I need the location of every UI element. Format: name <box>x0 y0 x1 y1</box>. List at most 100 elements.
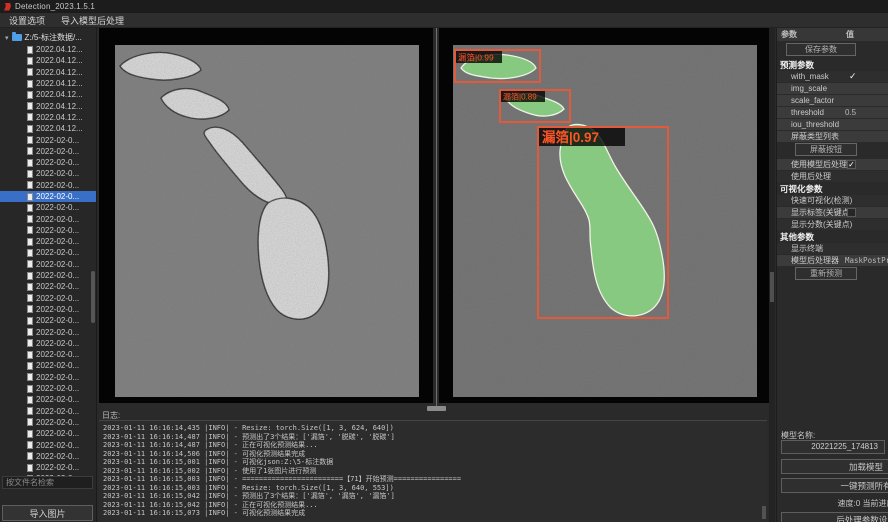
log-console[interactable]: 2023-01-11 16:16:14,435 |INFO| - Resize:… <box>99 420 767 522</box>
param-row[interactable]: with_mask✓ <box>777 71 888 82</box>
tree-item-file[interactable]: 2022-02-0... <box>0 360 96 371</box>
tree-item-file[interactable]: 2022-02-0... <box>0 462 96 473</box>
tree-item-file[interactable]: 2022-02-0... <box>0 326 96 337</box>
file-label: 2022-02-0... <box>36 339 79 348</box>
param-action-button[interactable]: 屏蔽按钮 <box>795 143 857 156</box>
tree-item-file[interactable]: 2022-02-0... <box>0 428 96 439</box>
tree-item-file[interactable]: 2022-02-0... <box>0 349 96 360</box>
file-icon <box>27 91 33 99</box>
menu-item-import-postprocess[interactable]: 导入模型后处理 <box>61 14 124 27</box>
param-row[interactable]: 模型后处理器MaskPostPro <box>777 255 888 266</box>
window-title: Detection_2023.1.5.1 <box>15 2 95 11</box>
file-icon <box>27 317 33 325</box>
main-scrollbar-thumb[interactable] <box>770 272 774 302</box>
param-row[interactable]: 使用模型后处理✓ <box>777 159 888 170</box>
tree-scrollbar[interactable] <box>91 271 95 323</box>
file-label: 2022-02-0... <box>36 361 79 370</box>
file-icon <box>27 294 33 302</box>
tree-item-file[interactable]: 2022-02-0... <box>0 417 96 428</box>
tree-item-file[interactable]: 2022.04.12... <box>0 123 96 134</box>
splitter-grip[interactable] <box>427 406 446 411</box>
tree-item-file[interactable]: 2022.04.12... <box>0 89 96 100</box>
param-row[interactable]: img_scale <box>777 83 888 94</box>
log-line: 2023-01-11 16:16:15,042 |INFO| - 预测出了3个结… <box>103 492 767 501</box>
tree-item-file[interactable]: 2022-02-0... <box>0 236 96 247</box>
load-model-button[interactable]: 加载模型 <box>781 459 888 474</box>
predict-all-button[interactable]: 一键预测所有 <box>781 478 888 493</box>
param-label: 快速可视化(检测) <box>791 195 852 206</box>
checkbox-checked[interactable]: ✓ <box>847 160 856 169</box>
param-row[interactable]: iou_threshold <box>777 119 888 130</box>
file-icon <box>27 283 33 291</box>
tree-item-file[interactable]: 2022.04.12... <box>0 67 96 78</box>
param-row[interactable]: 显示标签(关键点) <box>777 207 888 218</box>
menu-item-settings[interactable]: 设置选项 <box>9 14 45 27</box>
tree-item-file[interactable]: 2022-02-0... <box>0 270 96 281</box>
tree-item-file[interactable]: 2022-02-0... <box>0 259 96 270</box>
prediction-image: 漏箔|0.99 漏箔|0.89 漏箔|0.97 <box>439 28 775 403</box>
postprocess-params-button[interactable]: 后处理参数设置 <box>781 512 888 522</box>
tree-item-file[interactable]: 2022-02-0... <box>0 191 96 202</box>
checkbox-unchecked[interactable] <box>847 208 856 217</box>
param-row[interactable]: 显示终端 <box>777 243 888 254</box>
tree-item-file[interactable]: 2022.04.12... <box>0 78 96 89</box>
tree-item-file[interactable]: 2022-02-0... <box>0 394 96 405</box>
param-action-button[interactable]: 重新预测 <box>795 267 857 280</box>
tree-item-file[interactable]: 2022.04.12... <box>0 55 96 66</box>
tree-item-file[interactable]: 2022-02-0... <box>0 338 96 349</box>
tree-item-file[interactable]: 2022-02-0... <box>0 383 96 394</box>
tree-item-file[interactable]: 2022.04.12... <box>0 100 96 111</box>
param-label: scale_factor <box>791 95 834 106</box>
param-row[interactable]: 显示分数(关键点) <box>777 219 888 230</box>
tree-item-file[interactable]: 2022-02-0... <box>0 213 96 224</box>
file-icon <box>27 430 33 438</box>
file-icon <box>27 339 33 347</box>
import-images-button[interactable]: 导入图片 <box>2 505 93 521</box>
param-row[interactable]: scale_factor <box>777 95 888 106</box>
tree-item-file[interactable]: 2022-02-0... <box>0 157 96 168</box>
model-name-field[interactable]: 20221225_174813 <box>781 440 885 454</box>
tree-item-file[interactable]: 2022-02-0... <box>0 451 96 462</box>
param-row[interactable]: 使用后处理 <box>777 171 888 182</box>
file-icon <box>27 418 33 426</box>
param-row[interactable]: threshold0.5 <box>777 107 888 118</box>
tree-item-file[interactable]: 2022.04.12... <box>0 44 96 55</box>
tree-item-file[interactable]: 2022-02-0... <box>0 202 96 213</box>
menu-bar: 设置选项 导入模型后处理 <box>0 13 888 28</box>
file-label: 2022-02-0... <box>36 384 79 393</box>
file-label: 2022-02-0... <box>36 316 79 325</box>
tree-item-file[interactable]: 2022-02-0... <box>0 406 96 417</box>
model-area: 模型名称: 20221225_174813 加载模型 一键预测所有 速度:0 当… <box>777 428 888 522</box>
tree-item-file[interactable]: 2022-02-0... <box>0 293 96 304</box>
detection-label-1: 漏箔|0.99 <box>458 53 494 63</box>
prediction-image-viewer[interactable]: 漏箔|0.99 漏箔|0.89 漏箔|0.97 <box>439 28 775 403</box>
tree-item-file[interactable]: 2022-02-0... <box>0 180 96 191</box>
log-scrollbar[interactable] <box>762 506 766 519</box>
tree-root-folder[interactable]: ▾ Z:/5-标注数据/... <box>0 31 96 44</box>
filename-search-input[interactable] <box>2 476 93 489</box>
tree-item-file[interactable]: 2022-02-0... <box>0 168 96 179</box>
file-label: 2022-02-0... <box>36 271 79 280</box>
file-label: 2022-02-0... <box>36 395 79 404</box>
file-icon <box>27 464 33 472</box>
save-params-button[interactable]: 保存参数 <box>786 43 856 56</box>
file-label: 2022.04.12... <box>36 79 83 88</box>
tree-item-file[interactable]: 2022-02-0... <box>0 372 96 383</box>
tree-item-file[interactable]: 2022-02-0... <box>0 225 96 236</box>
detection-label-2: 漏箔|0.89 <box>503 92 537 102</box>
tree-item-file[interactable]: 2022-02-0... <box>0 304 96 315</box>
tree-item-file[interactable]: 2022-02-0... <box>0 281 96 292</box>
param-row[interactable]: 屏蔽类型列表 <box>777 131 888 142</box>
file-icon <box>27 57 33 65</box>
original-image-viewer[interactable] <box>99 28 433 403</box>
tree-item-file[interactable]: 2022.04.12... <box>0 112 96 123</box>
tree-item-file[interactable]: 2022-02-0... <box>0 134 96 145</box>
tree-item-file[interactable]: 2022-02-0... <box>0 439 96 450</box>
param-row[interactable]: 快速可视化(检测) <box>777 195 888 206</box>
expander-icon[interactable]: ▾ <box>5 34 9 42</box>
tree-item-file[interactable]: 2022-02-0... <box>0 315 96 326</box>
file-icon <box>27 170 33 178</box>
tree-item-file[interactable]: 2022-02-0... <box>0 146 96 157</box>
tree-item-file[interactable]: 2022-02-0... <box>0 247 96 258</box>
file-icon <box>27 260 33 268</box>
